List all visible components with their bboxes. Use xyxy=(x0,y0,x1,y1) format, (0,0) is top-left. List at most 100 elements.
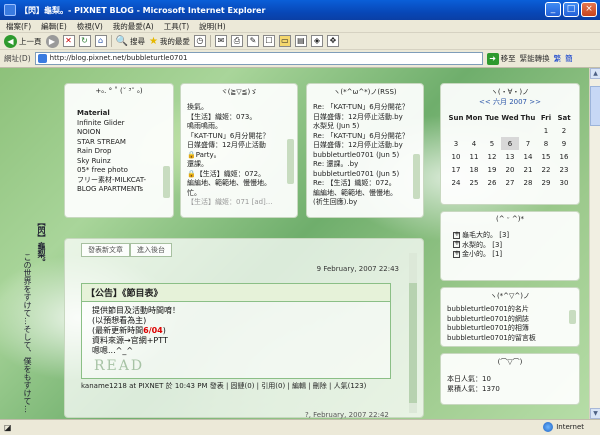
menu-edit[interactable]: 編輯(E) xyxy=(41,21,67,32)
list-item[interactable]: bubbleturtle0701的留言板 xyxy=(447,334,573,344)
folder-icon[interactable]: ▭ xyxy=(278,35,291,47)
scroll-thumb[interactable] xyxy=(590,86,600,126)
menu-help[interactable]: 說明(H) xyxy=(199,21,226,32)
list-item[interactable]: Rain Drop xyxy=(77,147,167,157)
expand-icon[interactable] xyxy=(453,230,460,239)
calendar-day[interactable]: 7 xyxy=(519,137,537,150)
calendar-day[interactable]: 13 xyxy=(501,150,519,163)
list-item[interactable]: Re: 還課。.by xyxy=(313,160,417,170)
list-item[interactable]: BLOG APARTMENTs xyxy=(77,185,167,195)
list-item[interactable]: Sky Ruinz xyxy=(77,157,167,167)
list-item[interactable]: bubbleturtle0701 (Jun 5) xyxy=(313,151,417,161)
calendar-day[interactable]: 25 xyxy=(465,176,483,189)
stop-icon[interactable]: ✕ xyxy=(62,35,75,47)
calendar-day[interactable]: 9 xyxy=(555,137,573,150)
list-item[interactable]: 日媒盛傳：12月停止活動.by xyxy=(313,113,417,123)
calendar-day[interactable]: 24 xyxy=(447,176,465,189)
discuss-icon[interactable]: ☐ xyxy=(262,35,275,47)
calendar-day[interactable]: 8 xyxy=(537,137,555,150)
page-scrollbar[interactable]: ▲ ▼ xyxy=(589,68,600,419)
list-item[interactable]: 日媒盛傳：12月停止活動.by xyxy=(313,141,417,151)
edit-icon[interactable]: ✎ xyxy=(246,35,259,47)
maximize-button[interactable]: □ xyxy=(563,2,579,17)
simplified-link[interactable]: 簡 xyxy=(565,53,573,64)
calendar-day[interactable]: 10 xyxy=(447,150,465,163)
expand-icon[interactable] xyxy=(453,239,460,249)
list-item[interactable]: 【生活】織姬：073。 xyxy=(187,113,291,123)
calendar-day[interactable]: 12 xyxy=(483,150,501,163)
calendar-day[interactable]: 18 xyxy=(465,163,483,176)
history-icon[interactable]: ◷ xyxy=(193,35,206,47)
list-item[interactable]: フリー素材-MILKCAT- xyxy=(77,176,167,186)
list-item[interactable]: Re: 【生活】織姬：072。 xyxy=(313,179,417,189)
calendar-day[interactable]: 16 xyxy=(555,150,573,163)
traditional-link[interactable]: 繁 xyxy=(554,53,562,64)
menu-file[interactable]: 檔案(F) xyxy=(6,21,31,32)
list-item[interactable]: 水梨的。 [3] xyxy=(453,239,573,251)
list-item[interactable]: STAR STREAM xyxy=(77,138,167,148)
go-button[interactable]: ➜ 移至 xyxy=(486,52,516,65)
calendar-day[interactable]: 3 xyxy=(447,137,465,150)
calendar-day[interactable]: 11 xyxy=(465,150,483,163)
comments-scrollbar[interactable] xyxy=(413,154,420,199)
search-button[interactable]: 🔍 搜尋 xyxy=(116,36,145,47)
list-item[interactable]: 龜毛大的。 [3] xyxy=(453,230,573,241)
print-icon[interactable]: ⎙ xyxy=(230,35,243,47)
research-icon[interactable]: ▤ xyxy=(294,35,307,47)
scroll-down-icon[interactable]: ▼ xyxy=(590,408,600,419)
list-item[interactable]: 🔒Party。 xyxy=(187,151,291,161)
list-item[interactable]: bubbleturtle0701的名片 xyxy=(447,305,573,315)
minimize-button[interactable]: _ xyxy=(545,2,561,17)
menu-tools[interactable]: 工具(T) xyxy=(164,21,189,32)
calendar-day[interactable]: 23 xyxy=(555,163,573,176)
convert-link[interactable]: 緊能轉換 xyxy=(520,53,550,64)
list-item[interactable]: bubbleturtle0701 (Jun 5) xyxy=(313,170,417,180)
list-item[interactable]: 05* free photo xyxy=(77,166,167,176)
friends-scrollbar[interactable] xyxy=(569,310,576,324)
list-item[interactable]: 金小的。 [1] xyxy=(453,249,573,260)
calendar-day[interactable]: 15 xyxy=(537,150,555,163)
calendar-day[interactable]: 17 xyxy=(447,163,465,176)
calendar-day[interactable]: 19 xyxy=(483,163,501,176)
favorites-button[interactable]: ★ 我的最愛 xyxy=(149,36,190,47)
calendar-day[interactable]: 30 xyxy=(555,176,573,189)
list-item[interactable]: 編編地、範範地、慢慢地。 xyxy=(187,179,291,189)
list-item[interactable]: 水梨兒 (Jun 5) xyxy=(313,122,417,132)
list-item[interactable]: Re: 「KAT-TUN」6月分開花？ xyxy=(313,103,417,113)
forward-button[interactable]: ▶ xyxy=(45,34,59,48)
calendar-day[interactable]: 4 xyxy=(465,137,483,150)
back-button[interactable]: ◀ 上一頁 xyxy=(4,34,42,48)
list-item[interactable]: 「KAT-TUN」6月分開花？ xyxy=(187,132,291,142)
expand-icon[interactable] xyxy=(453,249,460,258)
scroll-up-icon[interactable]: ▲ xyxy=(590,68,600,79)
calendar-day[interactable]: 14 xyxy=(519,150,537,163)
list-item[interactable]: 忙。 xyxy=(187,189,291,199)
calendar-day[interactable]: 26 xyxy=(483,176,501,189)
calendar-day[interactable]: 1 xyxy=(537,124,555,137)
list-item[interactable]: Infinite Glider xyxy=(77,119,167,129)
list-item[interactable]: bubbleturtle0701的網誌 xyxy=(447,315,573,325)
list-item[interactable]: NOION xyxy=(77,128,167,138)
list-item[interactable]: 換氣。 xyxy=(187,103,291,113)
close-button[interactable]: × xyxy=(581,2,597,17)
list-item[interactable]: (祈生回應).by xyxy=(313,198,417,208)
menu-favorites[interactable]: 我的最愛(A) xyxy=(113,21,154,32)
menu-view[interactable]: 檢視(V) xyxy=(77,21,103,32)
list-item[interactable]: 日媒盛傳：12月停止活動 xyxy=(187,141,291,151)
post-scrollbar[interactable] xyxy=(409,253,417,413)
post-title[interactable]: 【公告】《節目表》 xyxy=(82,284,390,302)
home-icon[interactable]: ⌂ xyxy=(94,35,107,47)
mail-icon[interactable]: ✉ xyxy=(214,35,227,47)
list-item[interactable]: 🔒【生活】織姬：072。 xyxy=(187,170,291,180)
list-item[interactable]: bubbleturtle0701的相簿 xyxy=(447,324,573,334)
tool-icon[interactable]: ✥ xyxy=(326,35,339,47)
calendar-day[interactable]: 2 xyxy=(555,124,573,137)
list-item[interactable]: 編編地、範範地、慢慢地。 xyxy=(313,189,417,199)
post-footer[interactable]: kaname1218 at PIXNET 於 10:43 PM 發表 | 固鏈(… xyxy=(81,381,366,391)
recent-posts-scrollbar[interactable] xyxy=(287,139,294,184)
calendar-day[interactable]: 27 xyxy=(501,176,519,189)
list-item[interactable]: 【生活】織姬：071 [ad]... xyxy=(187,198,291,208)
calendar-day[interactable]: 20 xyxy=(501,163,519,176)
list-item[interactable]: 還課。 xyxy=(187,160,291,170)
calendar-day-today[interactable]: 6 xyxy=(501,137,519,150)
